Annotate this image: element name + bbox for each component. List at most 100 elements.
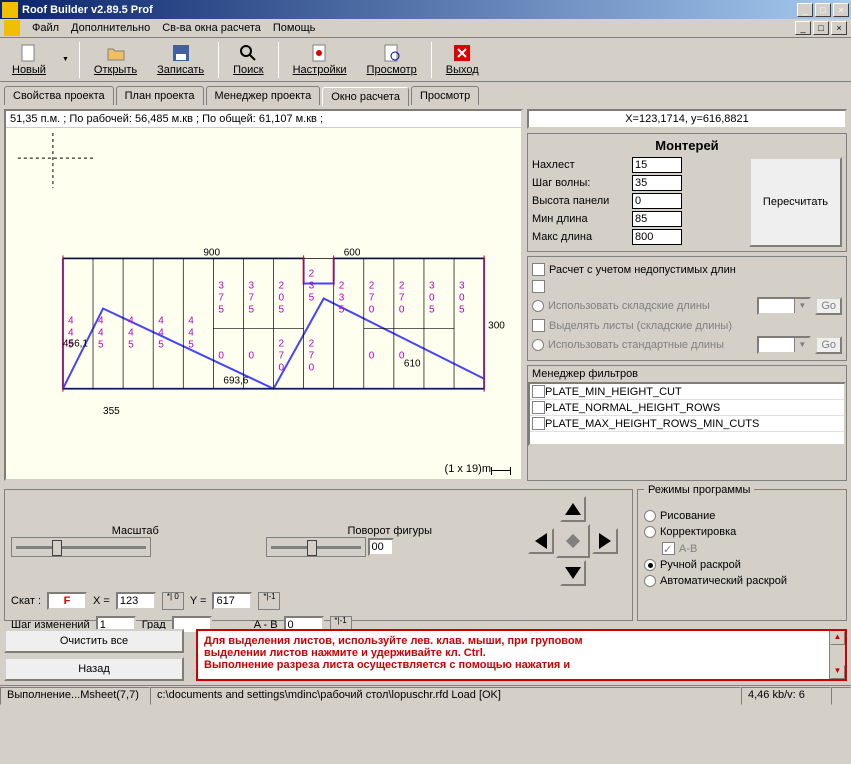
nav-center-button[interactable] [556, 524, 590, 558]
status-bar: Выполнение...Msheet(7,7) c:\documents an… [0, 685, 851, 705]
mode-auto-radio[interactable] [644, 575, 656, 587]
filter-list[interactable]: PLATE_MIN_HEIGHT_CUT PLATE_NORMAL_HEIGHT… [528, 382, 846, 446]
minimize-button[interactable]: _ [797, 3, 813, 17]
menu-bar: Файл Дополнительно Св-ва окна расчета По… [0, 19, 851, 38]
maximize-button[interactable]: □ [815, 3, 831, 17]
nav-right-button[interactable] [592, 528, 618, 554]
filter2-label: PLATE_NORMAL_HEIGHT_ROWS [545, 402, 720, 414]
nav-left-button[interactable] [528, 528, 554, 554]
svg-text:3: 3 [339, 292, 345, 303]
svg-text:2: 2 [279, 339, 285, 350]
svg-text:4: 4 [128, 316, 134, 327]
svg-text:4: 4 [98, 328, 104, 339]
arrow-right-icon [599, 533, 611, 549]
menu-props[interactable]: Св-ва окна расчета [162, 22, 261, 34]
exit-button[interactable]: Выход [440, 41, 485, 78]
opt1-checkbox[interactable] [532, 263, 545, 276]
tab-calc-window[interactable]: Окно расчета [322, 87, 409, 106]
nav-down-button[interactable] [560, 560, 586, 586]
mode-ab-label: A-B [679, 543, 697, 555]
new-button[interactable]: Новый [6, 41, 52, 78]
menu-file[interactable]: Файл [32, 22, 59, 34]
recalc-button[interactable]: Пересчитать [749, 157, 842, 247]
skat-input[interactable] [47, 592, 87, 610]
svg-text:456,1: 456,1 [63, 339, 88, 350]
arrow-down-icon [565, 567, 581, 579]
opt3-checkbox [532, 319, 545, 332]
drawing-canvas[interactable]: 445 445 445 445 445 3750 3750 205 270 23… [6, 128, 521, 479]
svg-text:5: 5 [158, 340, 164, 351]
child-maximize-button[interactable]: □ [813, 21, 829, 35]
filter3-checkbox[interactable] [532, 417, 545, 430]
settings-button[interactable]: Настройки [287, 41, 353, 78]
search-icon [238, 43, 258, 63]
y-set-button[interactable]: *|-1 [258, 592, 280, 610]
child-close-button[interactable]: × [831, 21, 847, 35]
wave-input[interactable] [632, 175, 682, 191]
status-progress: Выполнение...Msheet(7,7) [0, 687, 150, 705]
close-button[interactable]: × [833, 3, 849, 17]
svg-text:5: 5 [339, 305, 345, 316]
svg-text:7: 7 [399, 292, 405, 303]
arrow-left-icon [535, 533, 547, 549]
nav-up-button[interactable] [560, 496, 586, 522]
minlen-input[interactable] [632, 211, 682, 227]
x-set-button[interactable]: *| 0 [162, 592, 184, 610]
svg-text:7: 7 [248, 292, 254, 303]
opt-extra-checkbox[interactable] [532, 280, 545, 293]
opt2-radio [532, 300, 544, 312]
filter1-checkbox[interactable] [532, 385, 545, 398]
tab-project-plan[interactable]: План проекта [116, 86, 204, 105]
canvas-scale: (1 x 19)m [445, 463, 491, 475]
rotate-value[interactable] [368, 538, 394, 556]
svg-text:0: 0 [369, 305, 375, 316]
svg-text:0: 0 [279, 292, 285, 303]
arrow-up-icon [565, 503, 581, 515]
window-title: Roof Builder v2.89.5 Prof [22, 4, 797, 16]
preview-button[interactable]: Просмотр [361, 41, 423, 78]
svg-text:2: 2 [309, 339, 315, 350]
x-input[interactable] [116, 592, 156, 610]
maxlen-input[interactable] [632, 229, 682, 245]
mode-manual-radio[interactable] [644, 559, 656, 571]
clear-all-button[interactable]: Очистить все [4, 629, 184, 653]
search-button[interactable]: Поиск [227, 41, 269, 78]
height-input[interactable] [632, 193, 682, 209]
minlen-label: Мин длина [532, 213, 632, 225]
opt4-combo: ▼ [757, 336, 811, 354]
menu-extra[interactable]: Дополнительно [71, 22, 150, 34]
svg-text:0: 0 [369, 351, 375, 362]
modes-title: Режимы программы [644, 484, 754, 496]
tab-project-manager[interactable]: Менеджер проекта [206, 86, 321, 105]
back-button[interactable]: Назад [4, 657, 184, 681]
hint-line-2: выделении листов нажмите и удерживайте к… [204, 647, 839, 659]
rotate-slider[interactable] [266, 537, 366, 557]
svg-text:4: 4 [188, 328, 194, 339]
svg-text:2: 2 [279, 280, 285, 291]
overlap-input[interactable] [632, 157, 682, 173]
hint-scrollbar[interactable]: ▲ ▼ [829, 631, 845, 679]
svg-text:7: 7 [218, 292, 224, 303]
tab-project-props[interactable]: Свойства проекта [4, 86, 114, 105]
y-input[interactable] [212, 592, 252, 610]
mode-correct-radio[interactable] [644, 526, 656, 538]
exit-icon [452, 43, 472, 63]
menu-help[interactable]: Помощь [273, 22, 316, 34]
open-icon [106, 43, 126, 63]
app-menu-icon[interactable] [4, 20, 20, 36]
x-label: X = [93, 595, 110, 607]
tab-preview[interactable]: Просмотр [411, 86, 479, 105]
open-button[interactable]: Открыть [88, 41, 143, 78]
save-button[interactable]: Записать [151, 41, 210, 78]
diamond-icon [563, 531, 583, 551]
svg-text:0: 0 [218, 351, 224, 362]
filter2-checkbox[interactable] [532, 401, 545, 414]
mode-draw-label: Рисование [660, 510, 715, 522]
mode-draw-radio[interactable] [644, 510, 656, 522]
canvas-pane: 51,35 п.м. ; По рабочей: 56,485 м.кв ; П… [4, 109, 523, 481]
svg-text:3: 3 [309, 280, 315, 291]
child-minimize-button[interactable]: _ [795, 21, 811, 35]
scale-slider[interactable] [11, 537, 151, 557]
new-dropdown-icon[interactable]: ▼ [60, 56, 71, 63]
opt3-label: Выделять листы (складские длины) [549, 320, 732, 332]
